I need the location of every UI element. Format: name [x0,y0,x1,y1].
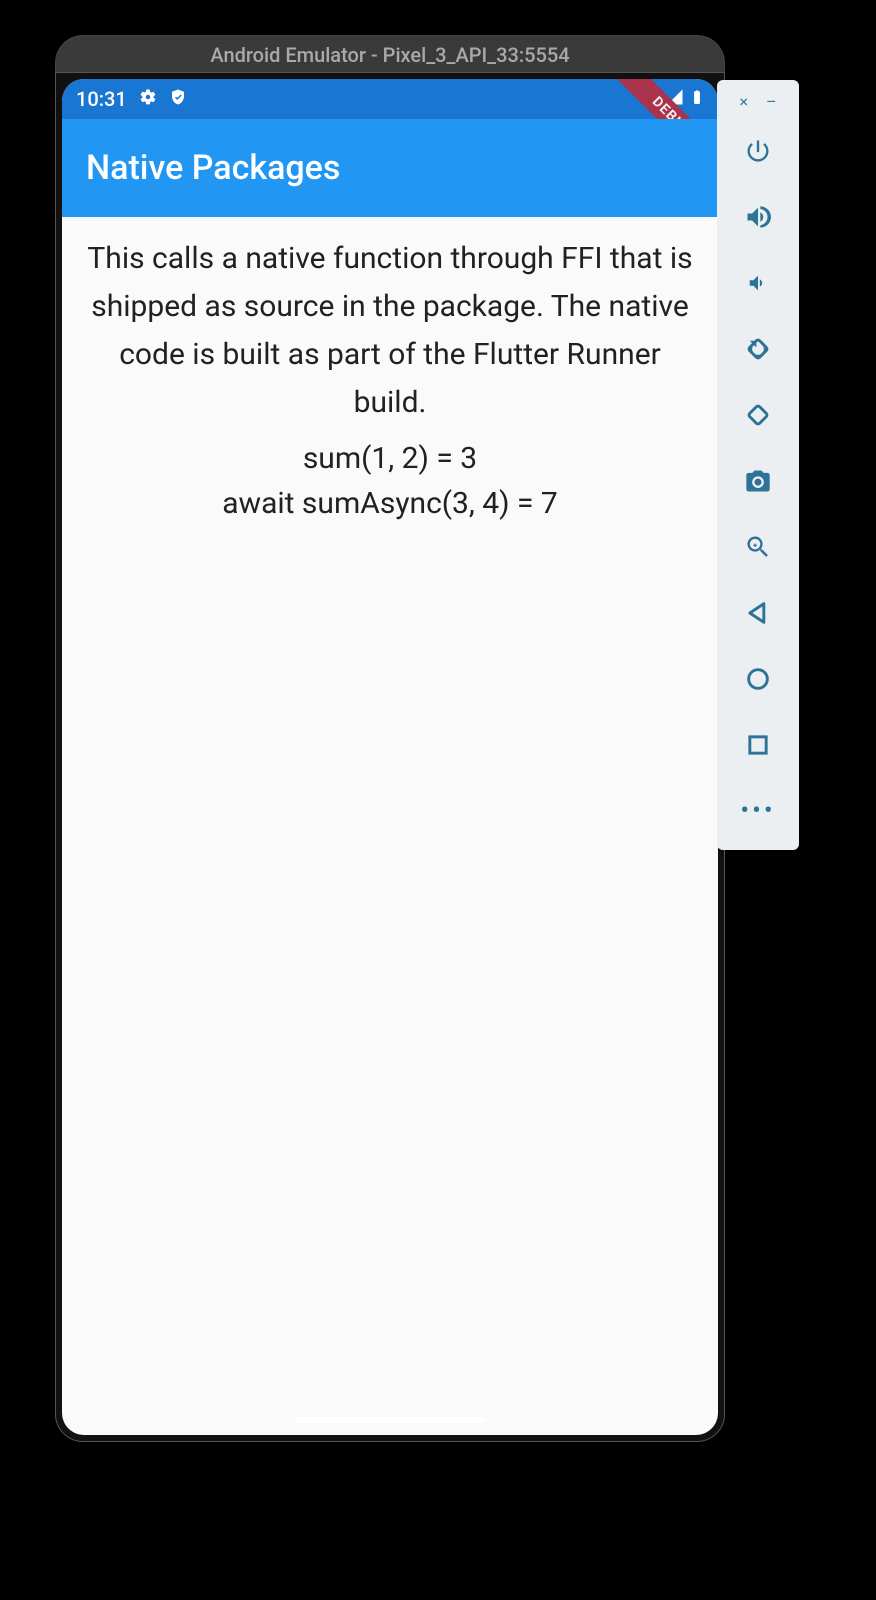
battery-icon [690,87,704,112]
android-status-bar: 10:31 [62,79,718,119]
status-time: 10:31 [76,87,127,111]
app-body: This calls a native function through FFI… [62,217,718,521]
device-screen: 10:31 [62,79,718,1435]
sum-async-result: await sumAsync(3, 4) = 7 [80,486,700,521]
home-icon[interactable] [743,664,773,694]
camera-icon[interactable] [743,466,773,496]
emulator-title-bar: Android Emulator - Pixel_3_API_33:5554 [55,35,725,73]
app-bar: Native Packages [62,119,718,217]
emulator-toolbar: × – [717,80,799,850]
back-icon[interactable] [743,598,773,628]
overview-icon[interactable] [743,730,773,760]
device-frame: 10:31 [55,72,725,1442]
minimize-button[interactable]: – [766,92,777,111]
shield-icon [169,87,187,111]
signal-icon [666,87,684,111]
volume-down-icon[interactable] [743,268,773,298]
more-icon[interactable]: ••• [740,796,775,826]
home-indicator[interactable] [295,1417,485,1423]
gear-icon [139,87,157,111]
rotate-left-icon[interactable] [743,334,773,364]
description-text: This calls a native function through FFI… [80,235,700,427]
app-title: Native Packages [86,148,340,188]
wifi-icon [640,87,660,112]
power-icon[interactable] [743,136,773,166]
emulator-title: Android Emulator - Pixel_3_API_33:5554 [210,43,569,67]
close-button[interactable]: × [739,92,748,111]
zoom-icon[interactable] [743,532,773,562]
sum-result: sum(1, 2) = 3 [80,441,700,476]
rotate-right-icon[interactable] [743,400,773,430]
volume-up-icon[interactable] [743,202,773,232]
